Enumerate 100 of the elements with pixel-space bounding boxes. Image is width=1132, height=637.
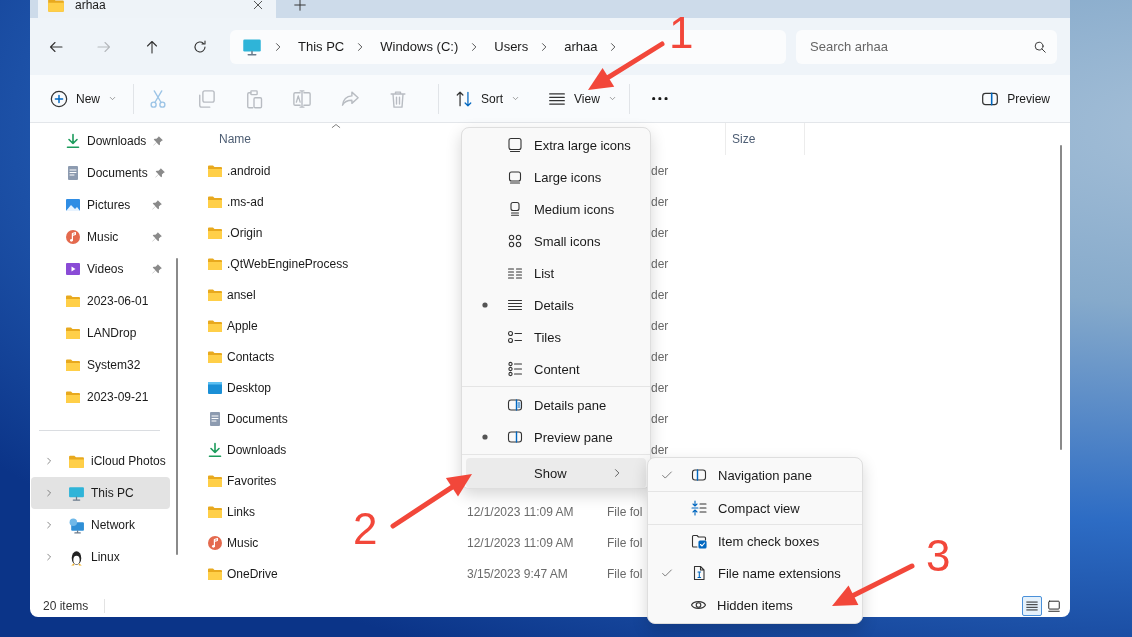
- pane-icon: [507, 397, 523, 413]
- caret-icon: [511, 94, 521, 103]
- folder-icon: [65, 325, 81, 341]
- plus-circle-icon: [50, 89, 68, 108]
- menu-item[interactable]: Details pane: [462, 389, 650, 421]
- pin-icon: [151, 199, 163, 211]
- sidebar-item[interactable]: Music: [31, 221, 170, 253]
- type-cell: der: [651, 380, 669, 395]
- menu-item[interactable]: Details: [462, 289, 650, 321]
- menu-item[interactable]: Hidden items: [648, 589, 862, 621]
- file-name[interactable]: .Origin: [227, 225, 263, 240]
- scrollbar-thumb[interactable]: [176, 258, 178, 555]
- scrollbar-thumb[interactable]: [1060, 145, 1062, 450]
- sidebar-item[interactable]: System32: [31, 349, 170, 381]
- menu-item[interactable]: Preview pane: [462, 421, 650, 453]
- menu-item[interactable]: Show: [466, 458, 646, 488]
- monitor-icon: [207, 379, 223, 396]
- document-icon: [207, 410, 223, 427]
- column-header[interactable]: Name: [219, 132, 251, 146]
- tab[interactable]: arhaa: [38, 0, 276, 18]
- list-icon: [507, 265, 523, 281]
- sidebar-item[interactable]: iCloud Photos: [31, 445, 170, 477]
- search-field[interactable]: Search arhaa: [796, 29, 1057, 64]
- pane-icon: [507, 429, 523, 445]
- caret-icon: [607, 94, 617, 103]
- folder-icon: [65, 389, 81, 405]
- file-name[interactable]: Favorites: [227, 473, 277, 488]
- file-name[interactable]: Apple: [227, 318, 258, 333]
- menu-item[interactable]: Extra large icons: [462, 129, 650, 161]
- music-note-icon: [207, 534, 223, 551]
- plus-icon: [293, 0, 307, 12]
- file-name[interactable]: Music: [227, 535, 259, 550]
- breadcrumb[interactable]: arhaa: [564, 39, 598, 54]
- folder-icon: [65, 293, 81, 309]
- video-icon: [65, 261, 81, 277]
- menu-item[interactable]: List: [462, 257, 650, 289]
- menu-item[interactable]: File name extensions: [648, 557, 862, 589]
- menu-item[interactable]: Compact view: [648, 492, 862, 524]
- type-cell: der: [651, 225, 669, 240]
- menu-item[interactable]: Item check boxes: [648, 525, 862, 557]
- new-button[interactable]: New: [42, 82, 125, 115]
- file-name[interactable]: Contacts: [227, 349, 275, 364]
- new-tab-button[interactable]: [291, 0, 309, 14]
- eye-icon: [691, 601, 706, 609]
- sidebar-item[interactable]: Pictures: [31, 189, 170, 221]
- breadcrumb[interactable]: Windows (C:): [380, 39, 459, 54]
- breadcrumb[interactable]: Users: [494, 39, 529, 54]
- file-name[interactable]: Links: [227, 504, 255, 519]
- menu-item[interactable]: Tiles: [462, 321, 650, 353]
- sidebar-item[interactable]: 2023-09-21: [31, 381, 170, 413]
- pin-icon: [153, 167, 166, 179]
- view-button[interactable]: View: [540, 82, 625, 115]
- menu-item[interactable]: Large icons: [462, 161, 650, 193]
- caret-icon: [108, 94, 117, 103]
- type-cell: der: [651, 349, 669, 364]
- refresh-icon: [192, 38, 208, 55]
- sidebar-item[interactable]: 2023-06-01: [31, 285, 170, 317]
- column-header[interactable]: Size: [725, 123, 805, 155]
- clipboard-icon: [244, 88, 264, 109]
- file-name[interactable]: .ms-ad: [227, 194, 264, 209]
- sidebar-item[interactable]: Network: [31, 509, 170, 541]
- type-cell: der: [651, 411, 669, 426]
- grid-icon: [507, 233, 523, 249]
- music-note-icon: [65, 229, 81, 245]
- menu-item[interactable]: Small icons: [462, 225, 650, 257]
- sidebar-item[interactable]: This PC: [31, 477, 170, 509]
- file-name[interactable]: Downloads: [227, 442, 287, 457]
- file-name[interactable]: .android: [227, 163, 271, 178]
- file-name[interactable]: ansel: [227, 287, 256, 302]
- menu-item[interactable]: Medium icons: [462, 193, 650, 225]
- sidebar-item[interactable]: Videos: [31, 253, 170, 285]
- sort-button[interactable]: Sort: [447, 82, 529, 115]
- annotation-number: 2: [353, 504, 378, 553]
- item-count: 20 items: [43, 599, 89, 613]
- scissors-icon: [148, 88, 168, 109]
- file-name[interactable]: OneDrive: [227, 566, 278, 581]
- preview-button[interactable]: Preview: [973, 82, 1058, 115]
- folder-icon: [65, 357, 81, 373]
- sidebar-item[interactable]: Downloads: [31, 125, 170, 157]
- sidebar-item[interactable]: Documents: [31, 157, 170, 189]
- folder-icon: [47, 0, 65, 14]
- search-icon: [1033, 39, 1047, 54]
- breadcrumb[interactable]: This PC: [298, 39, 345, 54]
- file-name[interactable]: Desktop: [227, 380, 272, 395]
- monitor-icon: [68, 484, 85, 502]
- file-name[interactable]: Documents: [227, 411, 288, 426]
- type-cell: der: [651, 318, 669, 333]
- download-arrow-icon: [207, 441, 223, 458]
- more-icon: [651, 96, 668, 101]
- square-icon: [507, 169, 523, 185]
- type-cell: der: [651, 287, 669, 302]
- file-name[interactable]: .QtWebEngineProcess: [227, 256, 349, 271]
- sidebar-item[interactable]: Linux: [31, 541, 170, 573]
- menu-item[interactable]: Navigation pane: [648, 459, 862, 491]
- network-icon: [68, 516, 85, 534]
- menu-item[interactable]: Content: [462, 353, 650, 385]
- square-icon: [507, 137, 523, 153]
- chevron-right-icon: [44, 520, 54, 530]
- copy-icon: [196, 88, 216, 109]
- sidebar-item[interactable]: LANDrop: [31, 317, 170, 349]
